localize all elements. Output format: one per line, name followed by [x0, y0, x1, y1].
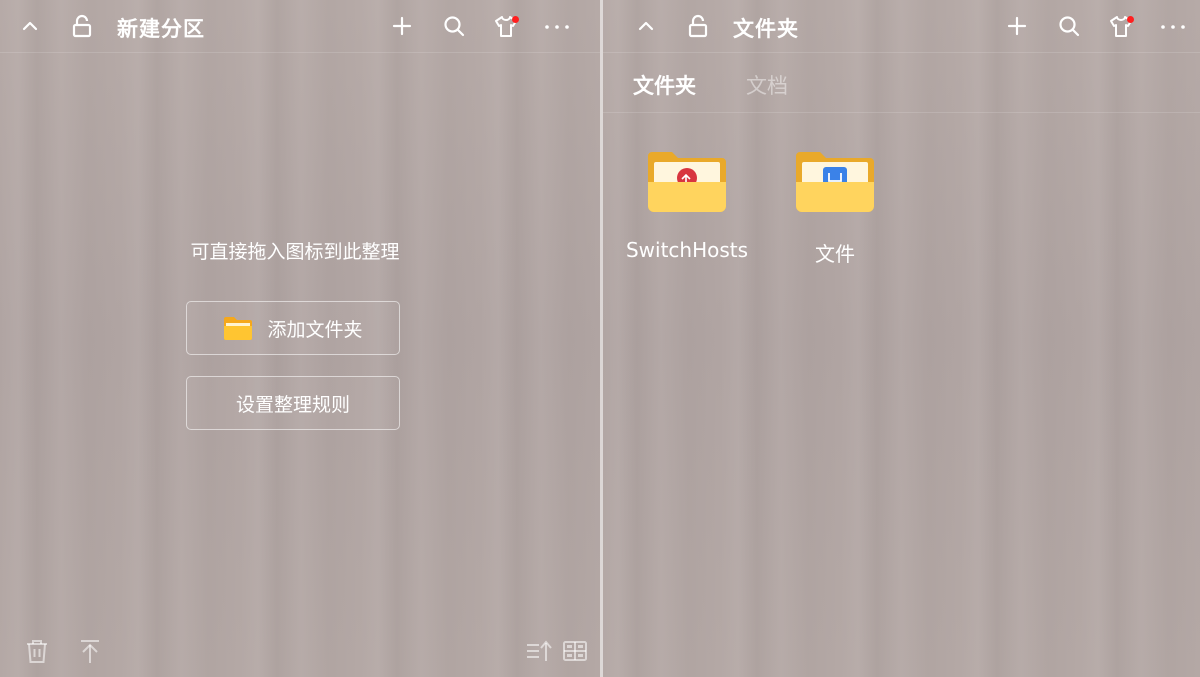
trash-icon[interactable] [22, 636, 52, 666]
set-rules-label: 设置整理规则 [235, 393, 350, 416]
collapse-icon[interactable] [16, 12, 44, 40]
right-tabs: 文件夹 文档 [603, 52, 1200, 113]
folder-item-label: 文件 [815, 242, 855, 266]
switchhosts-folder-icon [648, 152, 726, 212]
right-header: 文件夹 [603, 0, 1200, 53]
grid-view-icon[interactable] [560, 636, 590, 666]
skin-icon[interactable] [1107, 12, 1135, 40]
pin-top-icon[interactable] [75, 636, 105, 666]
unlock-icon[interactable] [684, 12, 712, 40]
unlock-icon[interactable] [68, 12, 96, 40]
tab-folders[interactable]: 文件夹 [633, 70, 696, 100]
search-icon[interactable] [1055, 12, 1083, 40]
add-icon[interactable] [388, 12, 416, 40]
set-rules-button[interactable]: 设置整理规则 [186, 376, 400, 430]
notification-dot [1127, 16, 1134, 23]
folder-item-files[interactable]: 文件 [760, 146, 910, 267]
folder-icon [224, 317, 253, 340]
files-folder-icon [796, 152, 874, 212]
left-header: 新建分区 [0, 0, 600, 53]
skin-icon[interactable] [492, 12, 520, 40]
add-folder-label: 添加文件夹 [267, 318, 363, 341]
notification-dot [512, 16, 519, 23]
folder-item-switchhosts[interactable]: SwitchHosts [612, 146, 762, 262]
search-icon[interactable] [440, 12, 468, 40]
more-icon[interactable] [543, 12, 571, 40]
more-icon[interactable] [1159, 12, 1187, 40]
partition-left: 新建分区 可直接拖入图标到此整理 添加文件夹 设置整理规则 [0, 0, 600, 677]
add-icon[interactable] [1003, 12, 1031, 40]
collapse-icon[interactable] [632, 12, 660, 40]
left-panel-title[interactable]: 新建分区 [117, 13, 205, 43]
folder-item-label: SwitchHosts [625, 238, 749, 262]
partition-right: 文件夹 文件夹 文档 SwitchHosts 文件 [603, 0, 1200, 677]
tab-documents[interactable]: 文档 [746, 70, 788, 100]
add-folder-button[interactable]: 添加文件夹 [186, 301, 400, 355]
drop-hint: 可直接拖入图标到此整理 [190, 241, 400, 263]
right-panel-title[interactable]: 文件夹 [733, 13, 799, 43]
sort-icon[interactable] [524, 636, 554, 666]
